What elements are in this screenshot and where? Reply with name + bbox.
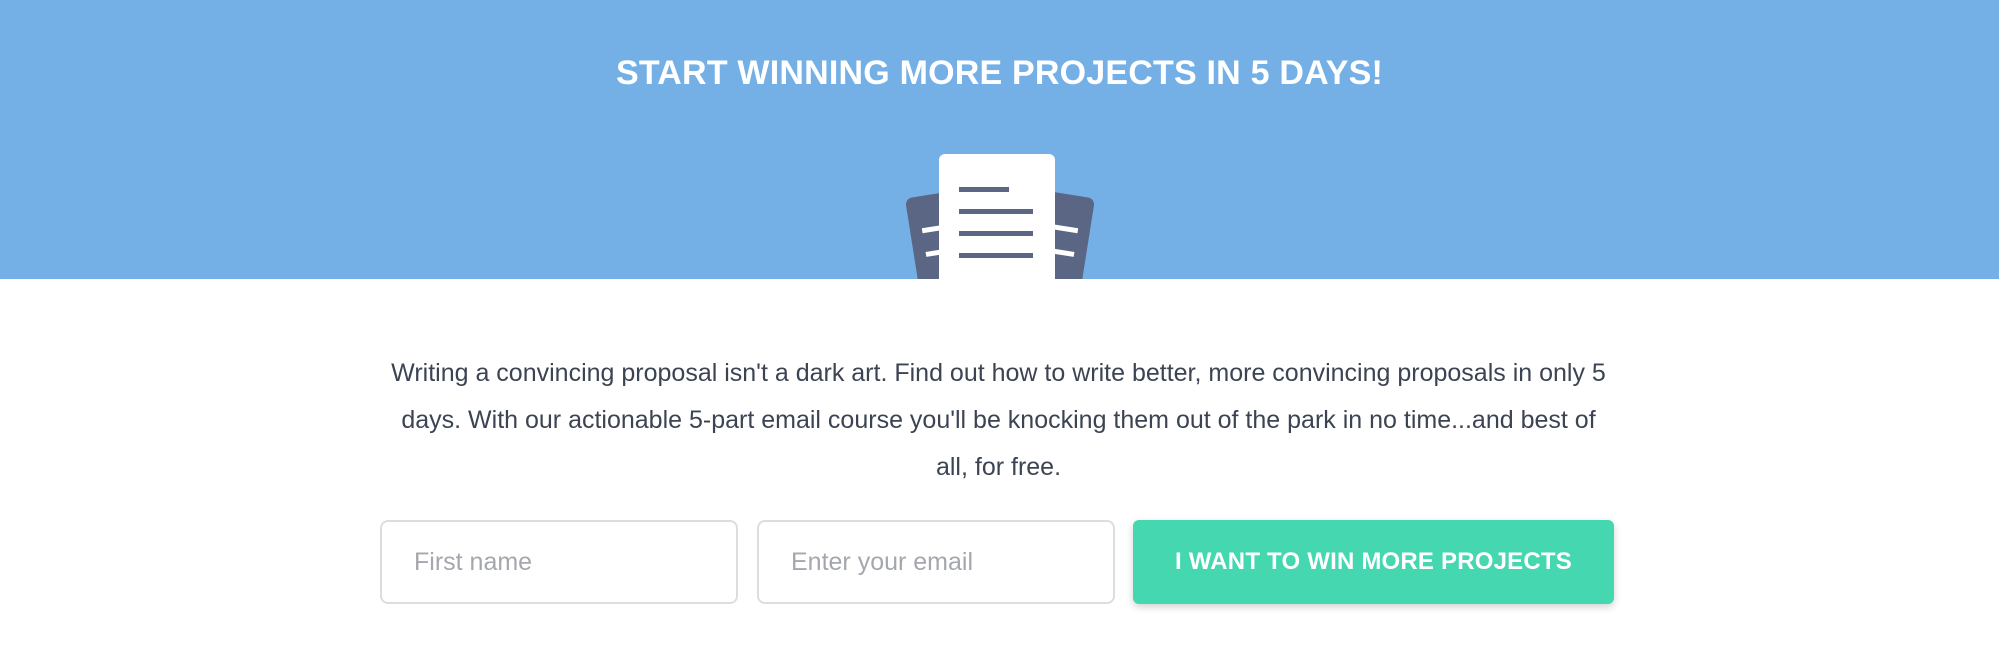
email-input[interactable] — [757, 520, 1115, 604]
first-name-input[interactable] — [380, 520, 738, 604]
hero-banner: START WINNING MORE PROJECTS IN 5 DAYS! — [0, 0, 1999, 279]
main-content: Writing a convincing proposal isn't a da… — [0, 279, 1999, 666]
signup-form: I WANT TO WIN MORE PROJECTS — [380, 520, 1614, 604]
document-stack-icon — [890, 150, 1110, 279]
hero-title: START WINNING MORE PROJECTS IN 5 DAYS! — [615, 54, 1383, 92]
course-description: Writing a convincing proposal isn't a da… — [391, 359, 1606, 481]
win-more-projects-button[interactable]: I WANT TO WIN MORE PROJECTS — [1133, 520, 1614, 604]
